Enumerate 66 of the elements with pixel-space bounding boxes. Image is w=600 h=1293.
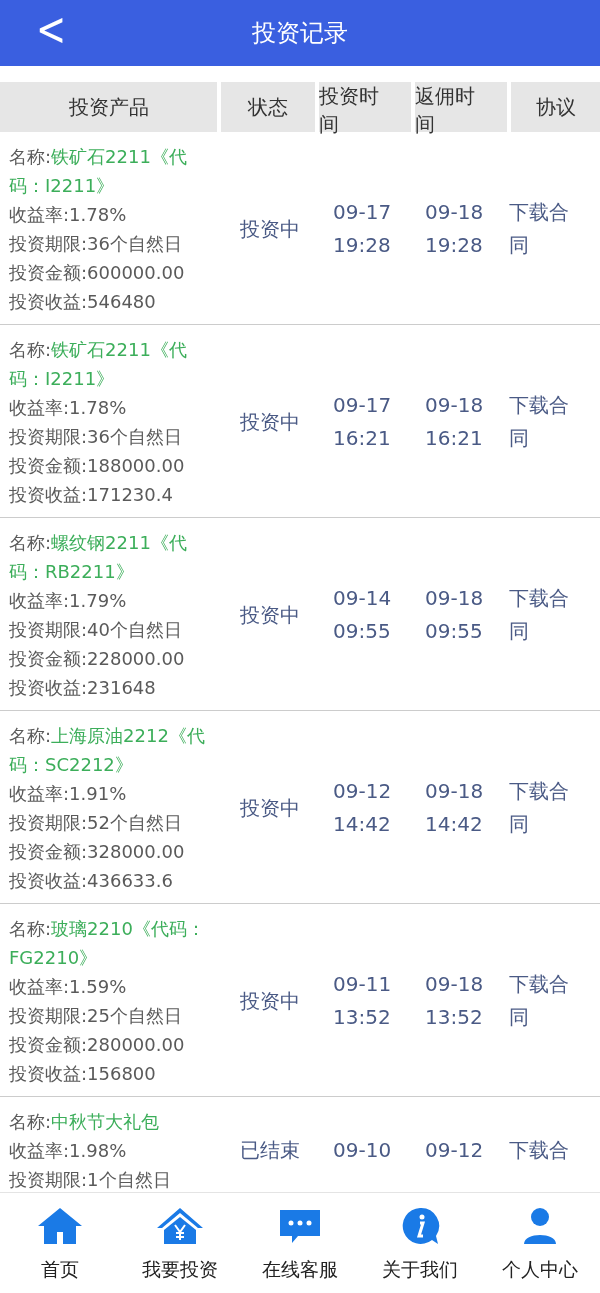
rebate-time: 09-18 14:42 <box>425 778 485 838</box>
status-text: 已结束 <box>240 1137 300 1164</box>
download-contract-link[interactable]: 下载合 <box>509 1134 581 1167</box>
rebate-time: 09-18 16:21 <box>425 392 485 452</box>
download-contract-link[interactable]: 下载合同 <box>509 775 581 841</box>
product-detail: 投资金额:280000.00 <box>9 1033 186 1057</box>
back-button[interactable]: < <box>30 1 73 56</box>
download-contract-link[interactable]: 下载合同 <box>509 389 581 455</box>
nav-tab[interactable]: 我要投资 <box>120 1193 240 1293</box>
invest-time: 09-17 16:21 <box>333 392 393 452</box>
invest-time: 09-11 13:52 <box>333 971 393 1031</box>
product-detail: 收益率:1.78% <box>9 396 128 420</box>
product-detail: 投资期限:36个自然日 <box>9 232 183 256</box>
column-header: 投资产品 <box>0 82 217 132</box>
rebate-time: 09-18 09:55 <box>425 585 485 645</box>
download-contract-link[interactable]: 下载合同 <box>509 196 581 262</box>
product-detail: 收益率:1.59% <box>9 975 128 999</box>
nav-tab[interactable]: 关于我们 <box>360 1193 480 1293</box>
product-detail: 收益率:1.78% <box>9 203 128 227</box>
rebate-time: 09-12 <box>425 1137 485 1164</box>
product-detail: 收益率:1.98% <box>9 1139 128 1163</box>
product-detail: 投资期限:40个自然日 <box>9 618 183 642</box>
rebate-time: 09-18 19:28 <box>425 199 485 259</box>
product-detail: 投资期限:52个自然日 <box>9 811 183 835</box>
nav-tab[interactable]: 个人中心 <box>480 1193 600 1293</box>
product-detail: 投资收益:156800 <box>9 1062 157 1086</box>
product-detail: 投资金额:228000.00 <box>9 647 186 671</box>
product-detail: 投资金额:328000.00 <box>9 840 186 864</box>
status-text: 投资中 <box>240 408 300 436</box>
product-detail: 投资期限:36个自然日 <box>9 425 183 449</box>
nav-tab[interactable]: 首页 <box>0 1193 120 1293</box>
product-detail: 投资金额:188000.00 <box>9 454 186 478</box>
product-name: 名称:铁矿石2211《代码：I2211》 <box>9 338 188 391</box>
product-name: 名称:中秋节大礼包 <box>9 1110 161 1134</box>
product-detail: 收益率:1.91% <box>9 782 128 806</box>
status-text: 投资中 <box>240 987 300 1015</box>
invest-time: 09-17 19:28 <box>333 199 393 259</box>
house-yen-icon <box>156 1205 204 1247</box>
column-header: 状态 <box>221 82 315 132</box>
product-detail: 投资收益:436633.6 <box>9 869 174 893</box>
rebate-time: 09-18 13:52 <box>425 971 485 1031</box>
invest-time: 09-12 14:42 <box>333 778 393 838</box>
status-text: 投资中 <box>240 601 300 629</box>
invest-time: 09-14 09:55 <box>333 585 393 645</box>
product-detail: 投资金额:600000.00 <box>9 261 186 285</box>
status-text: 投资中 <box>240 215 300 243</box>
nav-tab[interactable]: 在线客服 <box>240 1193 360 1293</box>
product-name: 名称:螺纹钢2211《代码：RB2211》 <box>9 531 188 584</box>
product-name: 名称:铁矿石2211《代码：I2211》 <box>9 145 188 198</box>
column-header: 协议 <box>511 82 600 132</box>
product-detail: 投资收益:171230.4 <box>9 483 174 507</box>
product-detail: 投资期限:1个自然日 <box>9 1168 172 1192</box>
status-text: 投资中 <box>240 794 300 822</box>
product-name: 名称:玻璃2210《代码：FG2210》 <box>9 917 206 970</box>
product-detail: 投资收益:231648 <box>9 676 157 700</box>
download-contract-link[interactable]: 下载合同 <box>509 582 581 648</box>
column-header: 返佣时间 <box>415 82 507 132</box>
invest-time: 09-10 <box>333 1137 393 1164</box>
product-name: 名称:上海原油2212《代码：SC2212》 <box>9 724 206 777</box>
home-icon <box>36 1205 84 1247</box>
column-header: 投资时间 <box>319 82 411 132</box>
product-detail: 收益率:1.79% <box>9 589 128 613</box>
product-detail: 投资期限:25个自然日 <box>9 1004 183 1028</box>
page-title: 投资记录 <box>252 18 348 49</box>
product-detail: 投资收益:546480 <box>9 290 157 314</box>
download-contract-link[interactable]: 下载合同 <box>509 968 581 1034</box>
